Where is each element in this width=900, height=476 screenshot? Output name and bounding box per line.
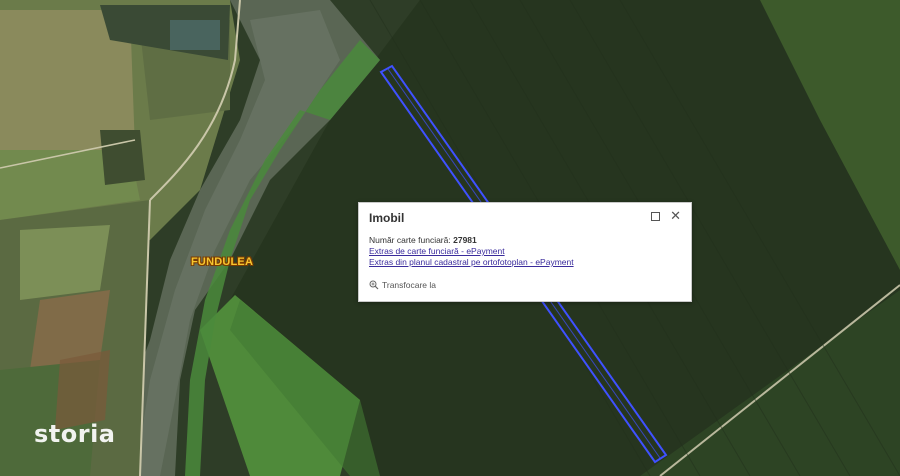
property-popup: Imobil ✕ Număr carte funciară: 27981 Ext… bbox=[358, 202, 692, 302]
zoom-to-label: Transfocare la bbox=[382, 280, 437, 290]
storia-watermark-logo: storia bbox=[34, 420, 116, 448]
land-register-number-row: Număr carte funciară: 27981 bbox=[369, 235, 574, 246]
land-register-label: Număr carte funciară: bbox=[369, 235, 451, 245]
popup-content: Număr carte funciară: 27981 Extras de ca… bbox=[369, 235, 574, 268]
land-register-extract-link[interactable]: Extras de carte funciară - ePayment bbox=[369, 246, 574, 257]
zoom-to-button[interactable]: Transfocare la bbox=[369, 280, 436, 290]
popup-window-controls: ✕ bbox=[651, 209, 681, 222]
satellite-map[interactable]: FUNDULEA storia Imobil ✕ Număr carte fun… bbox=[0, 0, 900, 476]
zoom-in-icon bbox=[369, 280, 379, 290]
close-icon[interactable]: ✕ bbox=[670, 209, 681, 222]
place-label-fundulea: FUNDULEA bbox=[191, 256, 254, 268]
popup-title: Imobil bbox=[369, 211, 405, 225]
land-register-value: 27981 bbox=[453, 235, 477, 245]
cadastral-plan-extract-link[interactable]: Extras din planul cadastral pe ortofotop… bbox=[369, 257, 574, 268]
maximize-icon[interactable] bbox=[651, 211, 661, 221]
